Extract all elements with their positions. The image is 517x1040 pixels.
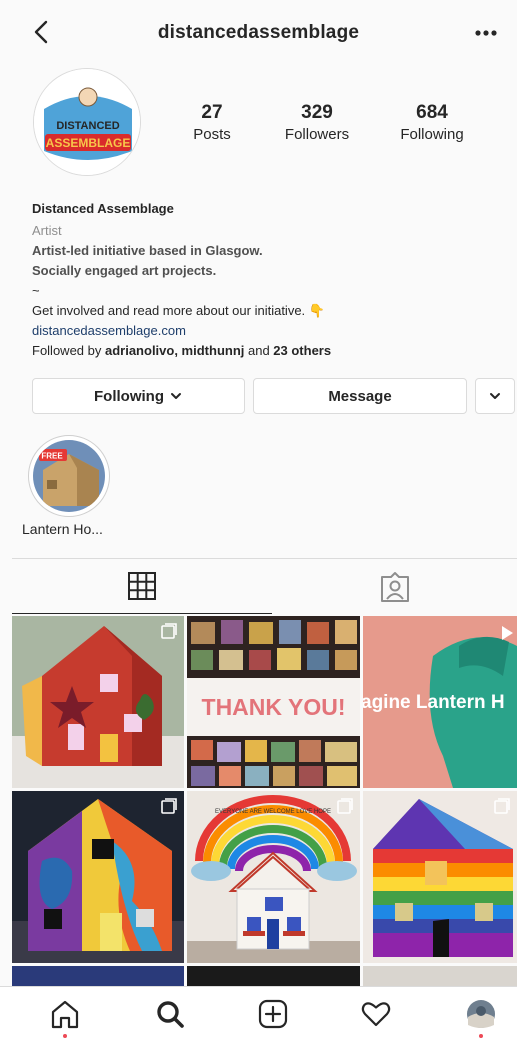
profile-stats: 27 Posts 329 Followers 684 Following	[170, 102, 500, 143]
profile-avatar-icon	[467, 1000, 495, 1028]
profile-username: distancedassemblage	[157, 22, 360, 43]
nav-new-post[interactable]	[253, 997, 293, 1031]
message-button[interactable]: Message	[253, 378, 467, 414]
post-tile[interactable]: THANK YOU!	[187, 616, 360, 788]
posts-grid: THANK YOU! agine Lantern H EVERYONE ARE …	[12, 616, 517, 986]
rainbow-words: EVERYONE ARE WELCOME LOVE HOPE	[215, 809, 331, 815]
following-count: 684	[416, 102, 448, 123]
bio-line: Socially engaged art projects.	[32, 263, 217, 278]
logo-text-line2: ASSEMBLAGE	[46, 136, 131, 150]
heart-icon	[361, 1002, 391, 1027]
post-tile[interactable]: agine Lantern H	[363, 616, 517, 788]
imagine-lantern-text: agine Lantern H	[363, 692, 505, 713]
followed-by-and: and	[244, 343, 274, 358]
story-highlight[interactable]: FREE	[28, 435, 110, 517]
posts-label: Posts	[193, 126, 231, 143]
nav-search[interactable]	[150, 997, 190, 1031]
search-icon	[157, 1001, 184, 1028]
followers-count: 329	[301, 102, 333, 123]
highlight-cover: FREE	[33, 440, 105, 512]
profile-notification-dot	[479, 1034, 483, 1038]
carousel-icon	[161, 623, 177, 639]
add-post-icon	[258, 999, 288, 1029]
nav-profile[interactable]	[461, 997, 501, 1031]
chevron-down-icon	[170, 393, 181, 399]
carousel-icon	[337, 798, 353, 814]
post-tile[interactable]: EVERYONE ARE WELCOME LOVE HOPE	[187, 791, 360, 963]
highlight-badge: FREE	[41, 452, 63, 461]
profile-avatar[interactable]: DISTANCED ASSEMBLAGE	[33, 68, 141, 176]
carousel-icon	[161, 798, 177, 814]
bio-line: Artist-led initiative based in Glasgow.	[32, 243, 263, 258]
followed-by[interactable]: Followed by adrianolivo, midthunnj and 2…	[32, 341, 502, 361]
home-notification-dot	[63, 1034, 67, 1038]
following-button-label: Following	[94, 387, 164, 405]
tagged-person-icon	[380, 571, 409, 602]
post-tile[interactable]	[187, 966, 360, 986]
home-icon	[51, 1000, 79, 1029]
posts-stat[interactable]: 27 Posts	[170, 102, 254, 143]
profile-category: Artist	[32, 223, 62, 238]
video-play-icon	[502, 626, 513, 640]
website-link[interactable]: distancedassemblage.com	[32, 321, 502, 341]
followed-by-others: 23 others	[273, 343, 332, 358]
profile-tabs	[12, 558, 517, 614]
post-tile[interactable]	[12, 616, 184, 788]
profile-name: Distanced Assemblage	[32, 201, 174, 216]
nav-activity[interactable]	[356, 997, 396, 1031]
nav-home[interactable]	[45, 997, 85, 1031]
post-tile[interactable]	[363, 791, 517, 963]
profile-bio: Distanced Assemblage Artist Artist-led i…	[32, 199, 502, 361]
suggested-accounts-button[interactable]	[475, 378, 515, 414]
chevron-down-icon	[490, 393, 500, 399]
post-tile[interactable]	[12, 966, 184, 986]
bottom-navigation	[0, 986, 517, 1040]
followed-by-prefix: Followed by	[32, 343, 105, 358]
carousel-icon	[494, 798, 510, 814]
following-label: Following	[400, 126, 464, 143]
message-button-label: Message	[328, 387, 392, 405]
followers-stat[interactable]: 329 Followers	[258, 102, 376, 143]
highlight-label: Lantern Ho...	[22, 521, 103, 537]
following-stat[interactable]: 684 Following	[382, 102, 482, 143]
top-bar: distancedassemblage	[0, 0, 517, 66]
followers-label: Followers	[284, 126, 350, 143]
more-options-icon[interactable]	[469, 18, 503, 48]
logo-text-line1: DISTANCED	[56, 120, 119, 132]
grid-icon	[128, 572, 156, 600]
post-tile[interactable]	[363, 966, 517, 986]
tab-tagged[interactable]	[272, 559, 517, 614]
posts-count: 27	[201, 102, 223, 123]
following-button[interactable]: Following	[32, 378, 245, 414]
followed-by-names: adrianolivo, midthunnj	[104, 343, 245, 358]
bio-line: Get involved and read more about our ini…	[32, 303, 325, 318]
bio-line: ~	[32, 283, 40, 298]
post-tile[interactable]	[12, 791, 184, 963]
thank-you-text: THANK YOU!	[202, 694, 346, 720]
tab-grid[interactable]	[12, 559, 272, 614]
